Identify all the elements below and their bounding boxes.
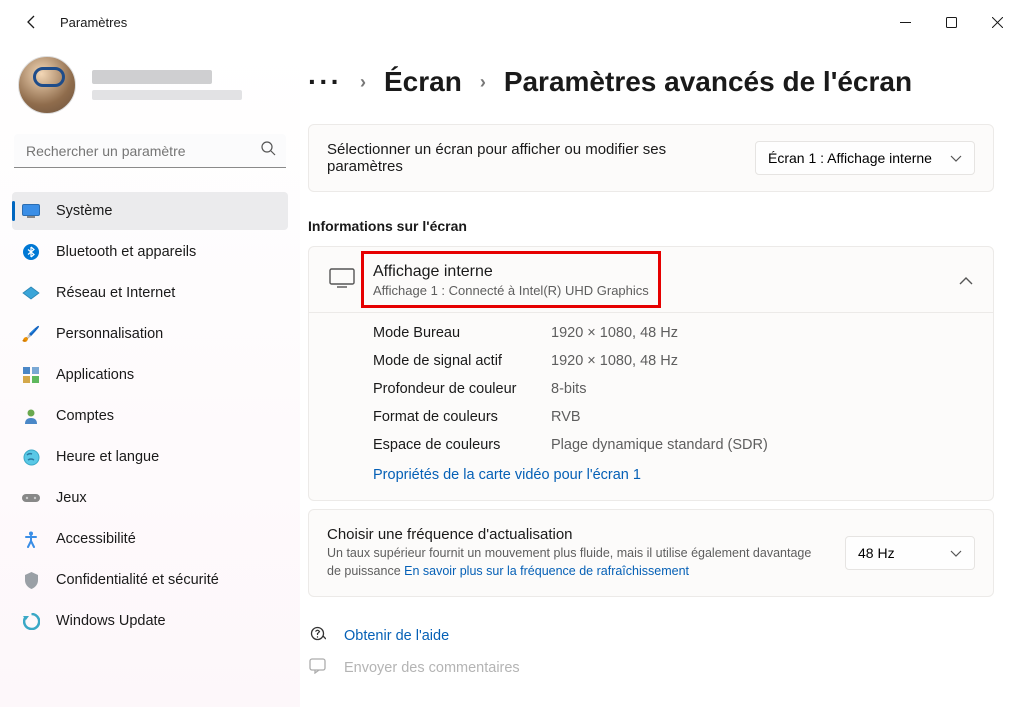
avatar xyxy=(18,56,76,114)
nav: Système Bluetooth et appareils Réseau et… xyxy=(12,192,288,640)
accounts-icon xyxy=(22,407,40,425)
time-icon xyxy=(22,448,40,466)
close-button[interactable] xyxy=(974,6,1020,38)
display-dropdown[interactable]: Écran 1 : Affichage interne xyxy=(755,141,975,175)
nav-label: Heure et langue xyxy=(56,449,159,465)
nav-network[interactable]: Réseau et Internet xyxy=(12,274,288,312)
gaming-icon xyxy=(22,489,40,507)
refresh-learn-more-link[interactable]: En savoir plus sur la fréquence de rafra… xyxy=(404,564,689,578)
dropdown-value: Écran 1 : Affichage interne xyxy=(768,150,932,166)
info-val: Plage dynamique standard (SDR) xyxy=(551,437,768,453)
chevron-right-icon: › xyxy=(480,72,486,93)
nav-label: Accessibilité xyxy=(56,531,136,547)
refresh-rate-dropdown[interactable]: 48 Hz xyxy=(845,536,975,570)
display-selector-card: Sélectionner un écran pour afficher ou m… xyxy=(308,124,994,192)
info-key: Espace de couleurs xyxy=(373,437,551,453)
apps-icon xyxy=(22,366,40,384)
refresh-title: Choisir une fréquence d'actualisation xyxy=(327,526,825,543)
nav-label: Système xyxy=(56,203,112,219)
info-val: RVB xyxy=(551,409,581,425)
main-content: ··· › Écran › Paramètres avancés de l'éc… xyxy=(300,44,1024,707)
breadcrumb: ··· › Écran › Paramètres avancés de l'éc… xyxy=(308,66,994,98)
info-val: 8-bits xyxy=(551,381,586,397)
nav-time-language[interactable]: Heure et langue xyxy=(12,438,288,476)
nav-label: Bluetooth et appareils xyxy=(56,244,196,260)
network-icon xyxy=(22,284,40,302)
adapter-properties-link[interactable]: Propriétés de la carte vidéo pour l'écra… xyxy=(373,467,641,483)
app-title: Paramètres xyxy=(60,15,127,30)
accessibility-icon xyxy=(22,530,40,548)
dropdown-value: 48 Hz xyxy=(858,545,895,561)
nav-accessibility[interactable]: Accessibilité xyxy=(12,520,288,558)
nav-label: Windows Update xyxy=(56,613,166,629)
refresh-desc: Un taux supérieur fournit un mouvement p… xyxy=(327,545,825,580)
help-icon xyxy=(308,625,326,646)
nav-system[interactable]: Système xyxy=(12,192,288,230)
breadcrumb-parent[interactable]: Écran xyxy=(384,66,462,98)
nav-personalization[interactable]: 🖌️ Personnalisation xyxy=(12,315,288,353)
help-label: Obtenir de l'aide xyxy=(344,628,449,644)
chevron-up-icon xyxy=(959,273,973,289)
monitor-icon xyxy=(329,268,355,293)
display-info-body: Mode Bureau1920 × 1080, 48 Hz Mode de si… xyxy=(309,313,993,500)
info-key: Format de couleurs xyxy=(373,409,551,425)
selector-label: Sélectionner un écran pour afficher ou m… xyxy=(327,141,735,175)
get-help-link[interactable]: Obtenir de l'aide xyxy=(308,617,994,652)
page-title: Paramètres avancés de l'écran xyxy=(504,66,912,98)
nav-label: Confidentialité et sécurité xyxy=(56,572,219,588)
search-input[interactable] xyxy=(14,134,286,168)
nav-bluetooth[interactable]: Bluetooth et appareils xyxy=(12,233,288,271)
display-info-card: Affichage interne Affichage 1 : Connecté… xyxy=(308,246,994,501)
nav-label: Réseau et Internet xyxy=(56,285,175,301)
info-key: Mode de signal actif xyxy=(373,353,551,369)
nav-label: Applications xyxy=(56,367,134,383)
bluetooth-icon xyxy=(22,243,40,261)
minimize-button[interactable] xyxy=(882,6,928,38)
nav-apps[interactable]: Applications xyxy=(12,356,288,394)
profile[interactable] xyxy=(12,44,288,132)
nav-privacy[interactable]: Confidentialité et sécurité xyxy=(12,561,288,599)
nav-accounts[interactable]: Comptes xyxy=(12,397,288,435)
refresh-rate-card: Choisir une fréquence d'actualisation Un… xyxy=(308,509,994,597)
chevron-down-icon xyxy=(950,150,962,166)
shield-icon xyxy=(22,571,40,589)
chevron-right-icon: › xyxy=(360,72,366,93)
chevron-down-icon xyxy=(950,545,962,561)
info-key: Profondeur de couleur xyxy=(373,381,551,397)
nav-label: Jeux xyxy=(56,490,87,506)
titlebar: Paramètres xyxy=(0,0,1024,44)
info-val: 1920 × 1080, 48 Hz xyxy=(551,353,678,369)
nav-label: Personnalisation xyxy=(56,326,163,342)
highlight-box xyxy=(361,251,661,308)
update-icon xyxy=(22,612,40,630)
profile-name xyxy=(92,70,242,100)
back-button[interactable] xyxy=(16,6,48,38)
info-key: Mode Bureau xyxy=(373,325,551,341)
feedback-label: Envoyer des commentaires xyxy=(344,660,520,676)
display-info-header[interactable]: Affichage interne Affichage 1 : Connecté… xyxy=(309,247,993,312)
section-title: Informations sur l'écran xyxy=(308,218,994,234)
nav-gaming[interactable]: Jeux xyxy=(12,479,288,517)
info-val: 1920 × 1080, 48 Hz xyxy=(551,325,678,341)
sidebar: Système Bluetooth et appareils Réseau et… xyxy=(0,44,300,707)
nav-label: Comptes xyxy=(56,408,114,424)
feedback-icon xyxy=(308,658,326,678)
feedback-link[interactable]: Envoyer des commentaires xyxy=(308,652,994,684)
brush-icon: 🖌️ xyxy=(22,325,40,343)
system-icon xyxy=(22,202,40,220)
nav-update[interactable]: Windows Update xyxy=(12,602,288,640)
maximize-button[interactable] xyxy=(928,6,974,38)
breadcrumb-more[interactable]: ··· xyxy=(308,66,342,98)
search-icon xyxy=(261,141,276,161)
search xyxy=(14,134,286,168)
